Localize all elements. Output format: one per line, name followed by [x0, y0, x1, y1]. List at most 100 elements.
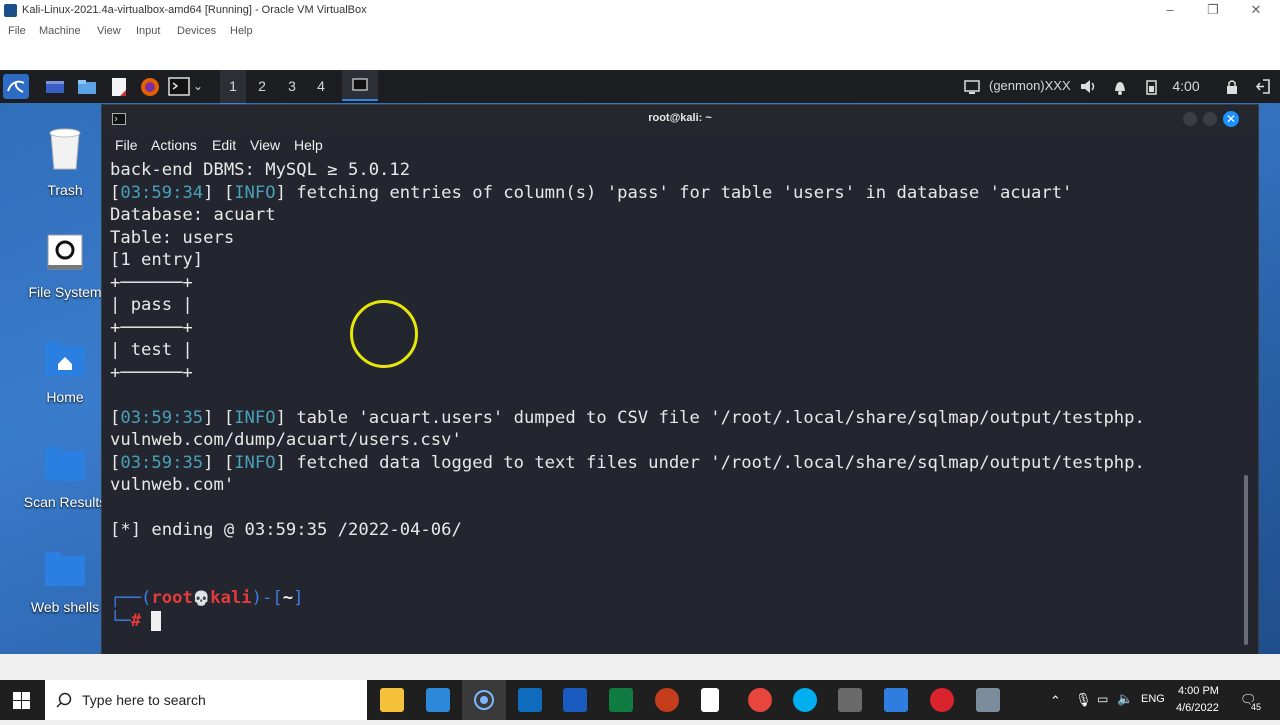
app-red-icon[interactable] [930, 688, 954, 712]
terminal-titlebar[interactable]: root@kali: ~ ✕ [102, 105, 1258, 133]
desktop-icon-file-system[interactable]: File System [15, 233, 115, 300]
workspace-2[interactable]: 2 [252, 78, 272, 94]
genmon-label: (genmon)XXX [989, 78, 1071, 93]
workspace-3[interactable]: 3 [282, 78, 302, 94]
trash-icon [49, 128, 81, 170]
timestamp: 03:59:34 [120, 182, 204, 203]
vbox-menubar: File Machine View Input Devices Help [0, 22, 1280, 42]
tray-date[interactable]: 4/6/2022 [1176, 702, 1219, 714]
vbox-menu-help[interactable]: Help [230, 25, 253, 37]
chrome-icon[interactable] [748, 688, 772, 712]
desktop-icon-trash[interactable]: Trash [15, 125, 115, 198]
output-line: [03:59:35] [INFO] fetched data logged to… [110, 452, 1145, 473]
network-icon[interactable]: ▭ [1097, 692, 1108, 706]
vbox-menu-file[interactable]: File [8, 25, 26, 37]
skype-icon[interactable] [793, 688, 817, 712]
app-gray-icon[interactable] [976, 688, 1000, 712]
virtualbox-icon [4, 4, 17, 17]
excel-icon[interactable] [609, 688, 633, 712]
outlook-icon[interactable] [518, 688, 542, 712]
workspace-1[interactable]: 1 [223, 78, 243, 94]
terminal-menu-view[interactable]: View [250, 137, 280, 153]
terminal-scrollbar[interactable] [1244, 475, 1248, 645]
mail-icon[interactable] [426, 688, 450, 712]
word-icon[interactable] [563, 688, 587, 712]
prompt-line: ┌──(root💀kali)-[~] [110, 587, 304, 608]
desktop-icon-scan-results[interactable]: Scan Results [15, 447, 115, 510]
output-line: Database: acuart [110, 205, 276, 225]
terminal-menu-help[interactable]: Help [294, 137, 323, 153]
notification-count: 45 [1251, 702, 1262, 712]
battery-icon [1143, 74, 1159, 99]
logout-icon[interactable] [1254, 74, 1272, 99]
vbox-menu-view[interactable]: View [97, 25, 121, 37]
vbox-menu-devices[interactable]: Devices [177, 25, 216, 37]
restore-button[interactable]: ❐ [1203, 2, 1223, 18]
notepad-icon[interactable] [701, 688, 719, 712]
drive-icon [47, 234, 83, 270]
mouse-highlight-circle [350, 300, 418, 368]
vbox-menu-machine[interactable]: Machine [39, 25, 81, 37]
prompt-input-line[interactable]: └─# [110, 610, 1240, 633]
terminal-launcher-icon[interactable] [168, 74, 190, 99]
terminal-menu-actions[interactable]: Actions [151, 137, 197, 153]
lock-screen-icon[interactable] [1224, 74, 1240, 99]
close-button[interactable]: ✕ [1246, 2, 1266, 18]
terminal-close-button[interactable]: ✕ [1223, 111, 1239, 127]
terminal-menu-edit[interactable]: Edit [212, 137, 236, 153]
chevron-up-icon[interactable]: ⌃ [1050, 693, 1061, 709]
firefox-icon[interactable] [139, 74, 161, 99]
output-line: [*] ending @ 03:59:35 /2022-04-06/ [110, 520, 462, 540]
app-w-icon[interactable] [884, 688, 908, 712]
taskbar-search-box[interactable]: Type here to search [45, 680, 367, 720]
taskbar-active-app[interactable] [462, 680, 506, 720]
minimize-button[interactable]: – [1160, 2, 1180, 17]
microphone-icon[interactable]: 🎙 [1075, 692, 1092, 708]
powerpoint-icon[interactable] [655, 688, 679, 712]
terminal-output[interactable]: back-end DBMS: MySQL ≥ 5.0.12 [03:59:34] … [110, 159, 1240, 649]
desktop-icon-label: File System [28, 284, 102, 300]
show-desktop-icon[interactable] [44, 74, 66, 99]
terminal-maximize-button[interactable] [1203, 112, 1217, 126]
notification-bell-icon[interactable] [1111, 74, 1129, 99]
terminal-window[interactable]: root@kali: ~ ✕ File Actions Edit View He… [101, 104, 1259, 654]
vbox-window-title: Kali-Linux-2021.4a-virtualbox-amd64 [Run… [22, 4, 367, 16]
panel-clock[interactable]: 4:00 [1170, 78, 1202, 94]
output-line: [1 entry] [110, 250, 204, 270]
prompt-user: root [151, 587, 193, 608]
timestamp: 03:59:35 [120, 407, 204, 428]
output-message: fetched data logged to text files under … [285, 452, 1145, 473]
file-manager-icon[interactable] [76, 74, 98, 99]
windows-taskbar: Type here to search ⌃ 🎙 ▭ 🔈 ENG 4:00 PM … [0, 680, 1280, 720]
desktop-icon-home[interactable]: Home [15, 342, 115, 405]
terminal-minimize-button[interactable] [1183, 112, 1197, 126]
volume-icon[interactable] [1078, 74, 1098, 99]
speaker-icon[interactable]: 🔈 [1117, 691, 1133, 707]
workspace-4[interactable]: 4 [311, 78, 331, 94]
desktop-icon-web-shells[interactable]: Web shells [15, 552, 115, 615]
language-indicator[interactable]: ENG [1141, 693, 1165, 705]
output-message: fetching entries of column(s) 'pass' for… [285, 182, 1073, 203]
output-message: table 'acuart.users' dumped to CSV file … [285, 407, 1145, 428]
vbox-menu-input[interactable]: Input [136, 25, 160, 37]
prompt-directory: ~ [282, 587, 294, 608]
text-editor-icon[interactable] [108, 74, 130, 99]
kali-menu-icon[interactable] [3, 74, 29, 99]
taskbar-terminal-window[interactable] [342, 70, 378, 101]
file-explorer-icon[interactable] [380, 688, 404, 712]
guest-screen: ⌄ 1 2 3 4 (genmon)XXX 4:00 Trash File Sy… [0, 70, 1280, 654]
chevron-down-icon[interactable]: ⌄ [193, 74, 207, 99]
output-line: [03:59:34] [INFO] fetching entries of co… [110, 182, 1073, 203]
desktop-icon-label: Scan Results [23, 494, 107, 510]
terminal-menu-file[interactable]: File [115, 137, 138, 153]
prompt-host: kali [210, 587, 252, 608]
vbox-statusbar [0, 654, 1280, 680]
windows-start-icon[interactable] [13, 692, 30, 709]
virtualbox-app-icon[interactable] [838, 688, 862, 712]
home-folder-icon [45, 342, 85, 376]
tray-time[interactable]: 4:00 PM [1178, 685, 1219, 697]
prompt-hash: # [130, 611, 142, 631]
